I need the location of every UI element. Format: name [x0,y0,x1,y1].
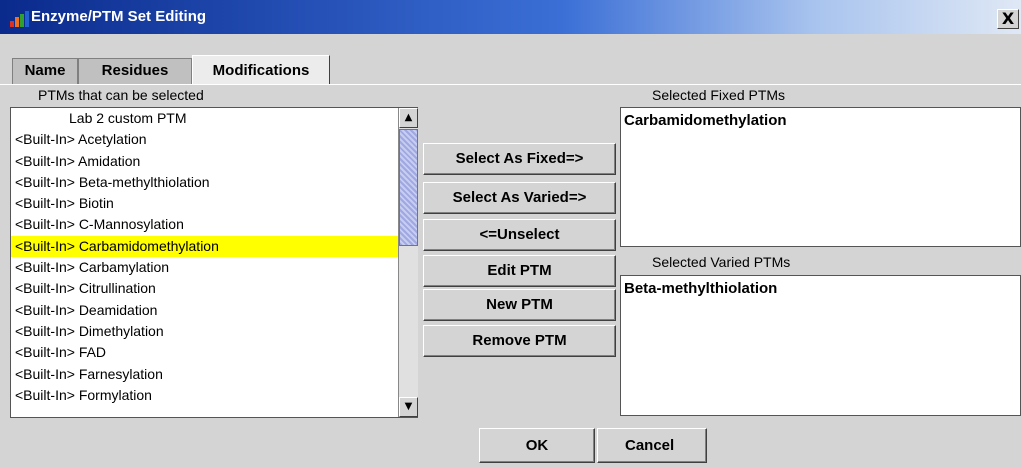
ptm-list-item[interactable]: <Built-In> Amidation [11,151,417,172]
list-scrollbar[interactable]: ▲ ▼ [398,108,418,417]
fixed-ptms-field[interactable]: Carbamidomethylation [620,107,1021,247]
tab-modifications[interactable]: Modifications [192,55,330,85]
varied-ptms-label: Selected Varied PTMs [652,254,791,270]
ptm-list-item[interactable]: <Built-In> Deamidation [11,300,417,321]
ptm-list-item[interactable]: <Built-In> Formylation [11,385,417,406]
tab-residues[interactable]: Residues [78,58,192,84]
ptm-list-item[interactable]: <Built-In> Farnesylation [11,364,417,385]
unselect-button[interactable]: <=Unselect [423,219,616,251]
ptm-list-item[interactable]: <Built-In> Biotin [11,193,417,214]
ptm-list-item[interactable]: <Built-In> C-Mannosylation [11,214,417,235]
select-as-fixed-button[interactable]: Select As Fixed=> [423,143,616,175]
ptm-list-item[interactable]: <Built-In> Citrullination [11,278,417,299]
fixed-ptms-label: Selected Fixed PTMs [652,87,786,103]
title-bar: Enzyme/PTM Set Editing X [0,0,1021,34]
cancel-button[interactable]: Cancel [597,428,707,463]
ok-button[interactable]: OK [479,428,595,463]
available-ptms-label: PTMs that can be selected [38,87,204,103]
ptm-list-item[interactable]: Lab 2 custom PTM [11,108,417,129]
window-title: Enzyme/PTM Set Editing [31,8,207,25]
varied-ptms-field[interactable]: Beta-methylthiolation [620,275,1021,416]
remove-ptm-button[interactable]: Remove PTM [423,325,616,357]
ptm-list-item[interactable]: <Built-In> Carbamylation [11,257,417,278]
edit-ptm-button[interactable]: Edit PTM [423,255,616,287]
ptm-list-item[interactable]: <Built-In> Acetylation [11,129,417,150]
app-icon [10,11,29,27]
ptm-list-item[interactable]: <Built-In> Beta-methylthiolation [11,172,417,193]
new-ptm-button[interactable]: New PTM [423,289,616,321]
scroll-up-icon[interactable]: ▲ [399,108,418,128]
close-icon[interactable]: X [997,9,1019,29]
select-as-varied-button[interactable]: Select As Varied=> [423,182,616,214]
scroll-thumb[interactable] [399,129,418,246]
ptm-list-item[interactable]: <Built-In> FAD [11,342,417,363]
available-ptms-list[interactable]: Lab 2 custom PTM <Built-In> Acetylation <B… [10,107,418,418]
ptm-list-item[interactable]: <Built-In> Carbamidomethylation [11,235,417,258]
tab-divider [0,84,1021,85]
tab-name[interactable]: Name [12,58,78,84]
ptm-list-item[interactable]: <Built-In> Dimethylation [11,321,417,342]
scroll-down-icon[interactable]: ▼ [399,397,418,417]
